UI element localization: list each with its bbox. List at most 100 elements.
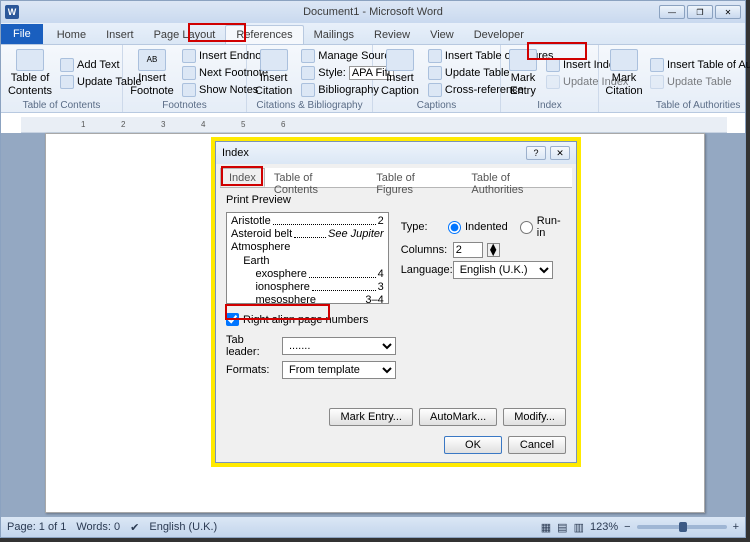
right-align-label: Right align page numbers (243, 314, 368, 326)
word-icon: W (5, 5, 19, 19)
ok-button[interactable]: OK (444, 436, 502, 454)
automark-button[interactable]: AutoMark... (419, 408, 497, 426)
zoom-slider[interactable] (637, 525, 727, 529)
dialog-close-button[interactable]: ✕ (550, 146, 570, 160)
tab-mailings[interactable]: Mailings (304, 26, 364, 44)
mark-entry-dialog-button[interactable]: Mark Entry... (329, 408, 413, 426)
tab-leader-select[interactable]: ....... (282, 337, 396, 355)
footnote-icon: AB (138, 49, 166, 71)
toc-icon (16, 49, 44, 71)
insert-toa-button[interactable]: Insert Table of Authorities (647, 57, 750, 73)
tab-developer[interactable]: Developer (464, 26, 534, 44)
dialog-titlebar: Index ? ✕ (216, 142, 576, 164)
next-footnote-icon (182, 66, 196, 80)
zoom-out-button[interactable]: − (624, 521, 630, 533)
show-notes-icon (182, 83, 196, 97)
restore-button[interactable]: ❐ (687, 5, 713, 19)
update-icon (60, 75, 74, 89)
toc-label: Table of Contents (8, 72, 52, 96)
mark-citation-icon (610, 49, 638, 71)
update-toa-button[interactable]: Update Table (647, 74, 750, 90)
table-of-contents-button[interactable]: Table of Contents (5, 47, 55, 99)
group-label-captions: Captions (377, 99, 496, 112)
tab-review[interactable]: Review (364, 26, 420, 44)
tab-page-layout[interactable]: Page Layout (144, 26, 226, 44)
status-page[interactable]: Page: 1 of 1 (7, 521, 66, 533)
status-bar: Page: 1 of 1 Words: 0 ✔ English (U.K.) ▦… (1, 517, 745, 537)
right-align-checkbox[interactable] (226, 313, 239, 326)
update-index-button[interactable]: Update Index (543, 74, 631, 90)
dialog-body: Aristotle2 Asteroid beltSee Jupiter Atmo… (216, 206, 576, 310)
status-words[interactable]: Words: 0 (76, 521, 120, 533)
columns-input[interactable] (453, 242, 483, 258)
insert-caption-button[interactable]: Insert Caption (377, 47, 423, 99)
modify-button[interactable]: Modify... (503, 408, 566, 426)
group-label-toc: Table of Contents (5, 99, 118, 112)
dialog-help-button[interactable]: ? (526, 146, 546, 160)
manage-icon (301, 49, 315, 63)
ribbon: Table of Contents Add Text Update Table … (1, 45, 745, 113)
window-title: Document1 - Microsoft Word (303, 6, 443, 18)
group-label-cites: Citations & Bibliography (251, 99, 368, 112)
dialog-tab-toc[interactable]: Table of Contents (265, 168, 367, 187)
dialog-tab-toa[interactable]: Table of Authorities (462, 168, 572, 187)
tab-leader-label: Tab leader: (226, 334, 278, 358)
type-indented-radio[interactable] (448, 221, 461, 234)
language-select[interactable]: English (U.K.) (453, 261, 553, 279)
type-runin-radio[interactable] (520, 221, 533, 234)
view-read-icon[interactable]: ▤ (557, 521, 567, 534)
group-label-index: Index (505, 99, 594, 112)
minimize-button[interactable]: — (659, 5, 685, 19)
style-icon (301, 66, 315, 80)
add-text-icon (60, 58, 74, 72)
mark-entry-button[interactable]: Mark Entry (505, 47, 541, 99)
view-web-icon[interactable]: ▥ (574, 521, 584, 534)
spell-check-icon[interactable]: ✔ (130, 521, 139, 534)
update-toa-icon (650, 75, 664, 89)
view-print-icon[interactable]: ▦ (541, 521, 551, 534)
close-button[interactable]: ✕ (715, 5, 741, 19)
zoom-in-button[interactable]: + (733, 521, 739, 533)
citation-icon (260, 49, 288, 71)
update-index-icon (546, 75, 560, 89)
right-align-row: Right align page numbers (216, 310, 576, 329)
tof-icon (428, 49, 442, 63)
type-label: Type: (401, 221, 444, 233)
columns-label: Columns: (401, 244, 449, 256)
group-label-toa: Table of Authorities (603, 99, 750, 112)
mark-entry-icon (509, 49, 537, 71)
index-dialog: Index ? ✕ Index Table of Contents Table … (215, 141, 577, 463)
cross-icon (428, 83, 442, 97)
tab-home[interactable]: Home (47, 26, 96, 44)
ribbon-tabs: File Home Insert Page Layout References … (1, 23, 745, 45)
dialog-title: Index (222, 147, 249, 159)
language-label: Language: (401, 264, 449, 276)
tab-references[interactable]: References (225, 25, 303, 44)
toa-icon (650, 58, 664, 72)
formats-label: Formats: (226, 364, 278, 376)
print-preview: Aristotle2 Asteroid beltSee Jupiter Atmo… (226, 212, 389, 304)
highlight-dialog-frame: Index ? ✕ Index Table of Contents Table … (211, 137, 581, 467)
update2-icon (428, 66, 442, 80)
insert-footnote-button[interactable]: ABInsert Footnote (127, 47, 177, 99)
dialog-tab-index[interactable]: Index (220, 168, 265, 187)
caption-icon (386, 49, 414, 71)
biblio-icon (301, 83, 315, 97)
settings-column: Type: Indented Run-in Columns: ▲▼ Langua… (401, 212, 566, 304)
status-language[interactable]: English (U.K.) (149, 521, 217, 533)
insert-index-icon (546, 58, 560, 72)
ruler-horizontal[interactable]: 123456 (21, 117, 727, 133)
dialog-tab-tof[interactable]: Table of Figures (367, 168, 462, 187)
tab-file[interactable]: File (1, 24, 43, 44)
endnote-icon (182, 49, 196, 63)
titlebar: W Document1 - Microsoft Word — ❐ ✕ (1, 1, 745, 23)
dialog-tabs: Index Table of Contents Table of Figures… (220, 168, 572, 188)
group-label-footnotes: Footnotes (127, 99, 242, 112)
cancel-button[interactable]: Cancel (508, 436, 566, 454)
insert-citation-button[interactable]: Insert Citation (251, 47, 296, 99)
tab-insert[interactable]: Insert (96, 26, 144, 44)
app-window: W Document1 - Microsoft Word — ❐ ✕ File … (0, 0, 746, 538)
formats-select[interactable]: From template (282, 361, 396, 379)
tab-view[interactable]: View (420, 26, 464, 44)
zoom-value[interactable]: 123% (590, 521, 618, 533)
